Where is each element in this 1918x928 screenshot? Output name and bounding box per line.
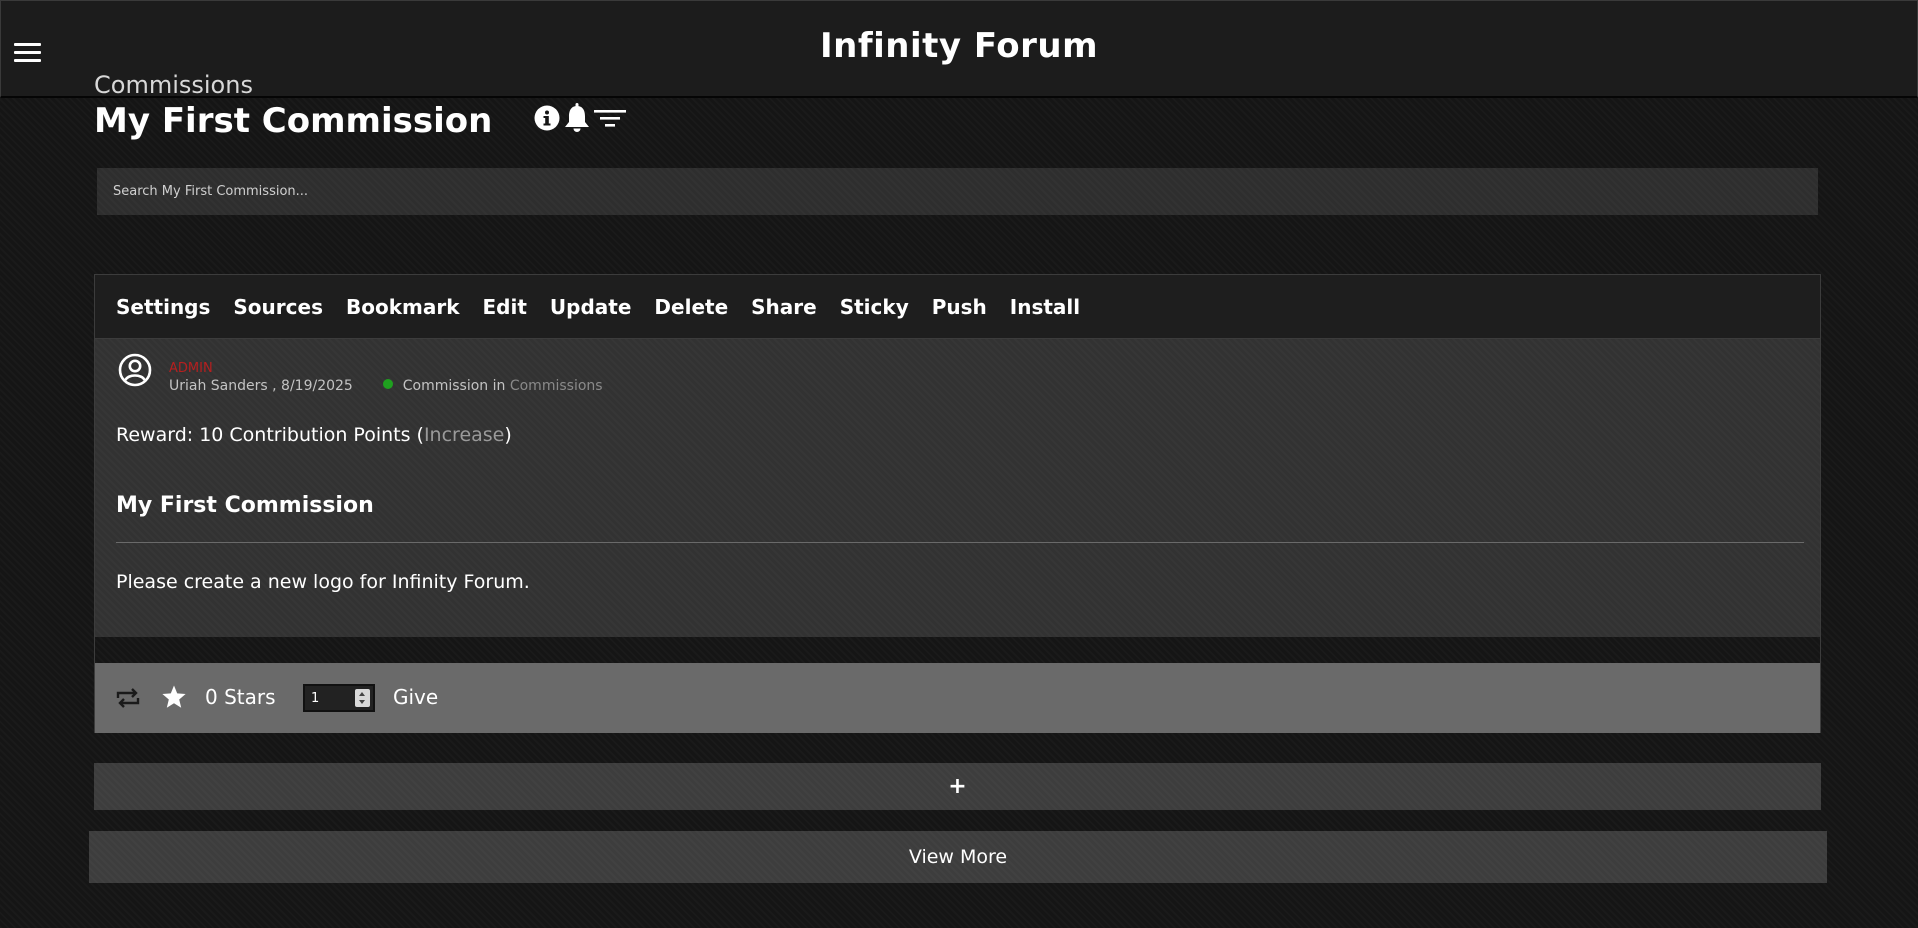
bookmark-button[interactable]: Bookmark <box>346 295 460 319</box>
reward-line: Reward: 10 Contribution Points (Increase… <box>116 424 512 446</box>
bell-icon[interactable] <box>564 103 590 137</box>
edit-button[interactable]: Edit <box>483 295 527 319</box>
category-link[interactable]: Commissions <box>510 378 603 394</box>
give-amount-stepper[interactable]: 1 <box>303 684 375 712</box>
avatar-icon[interactable] <box>118 353 152 387</box>
reward-close: ) <box>504 424 512 446</box>
post-toolbar: Settings Sources Bookmark Edit Update De… <box>95 275 1820 339</box>
spinner-arrows-icon[interactable] <box>355 689 370 707</box>
star-icon[interactable] <box>161 684 187 710</box>
settings-button[interactable]: Settings <box>116 295 210 319</box>
share-button[interactable]: Share <box>751 295 817 319</box>
top-bar: Infinity Forum <box>0 0 1918 98</box>
post-type-label: Commission in <box>402 378 506 394</box>
page-title: My First Commission <box>94 101 493 141</box>
post-actions-bar: 0 Stars 1 Give <box>95 663 1820 733</box>
search-input[interactable] <box>97 168 1818 215</box>
add-reply-button[interactable]: + <box>94 763 1821 810</box>
title-icons <box>534 103 626 137</box>
author-role-badge: ADMIN <box>169 361 213 376</box>
meta-separator: , <box>272 378 282 394</box>
give-amount-value: 1 <box>311 691 320 706</box>
view-more-button[interactable]: View More <box>89 831 1827 883</box>
sources-button[interactable]: Sources <box>233 295 323 319</box>
stars-count: 0 Stars <box>205 685 276 709</box>
title-divider <box>116 542 1804 543</box>
info-icon[interactable] <box>534 105 560 135</box>
update-button[interactable]: Update <box>550 295 632 319</box>
author-name[interactable]: Uriah Sanders <box>169 378 268 394</box>
sticky-button[interactable]: Sticky <box>840 295 909 319</box>
site-title[interactable]: Infinity Forum <box>1 26 1917 66</box>
install-button[interactable]: Install <box>1010 295 1080 319</box>
reward-text: Reward: 10 Contribution Points ( <box>116 424 424 446</box>
increase-link[interactable]: Increase <box>424 424 504 446</box>
post-content: Please create a new logo for Infinity Fo… <box>116 571 530 593</box>
give-button[interactable]: Give <box>393 685 438 709</box>
filter-icon[interactable] <box>594 106 626 134</box>
delete-button[interactable]: Delete <box>654 295 728 319</box>
status-dot-icon <box>383 379 394 389</box>
repost-icon[interactable] <box>115 686 141 710</box>
post-title: My First Commission <box>116 493 374 518</box>
post-body: ADMIN Uriah Sanders , 8/19/2025 Commissi… <box>95 339 1820 637</box>
post-meta: Uriah Sanders , 8/19/2025 Commission in … <box>169 378 603 394</box>
breadcrumb[interactable]: Commissions <box>94 71 253 99</box>
post-card: Settings Sources Bookmark Edit Update De… <box>94 274 1821 733</box>
push-button[interactable]: Push <box>932 295 987 319</box>
post-date: 8/19/2025 <box>281 378 353 394</box>
